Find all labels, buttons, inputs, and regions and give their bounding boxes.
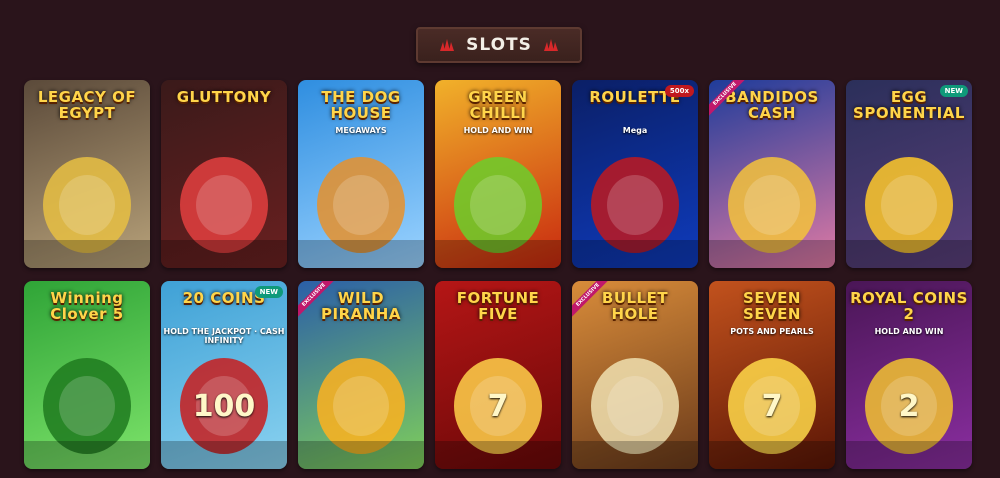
new-badge: NEW (254, 286, 283, 298)
game-title: BANDIDOS CASH (725, 88, 819, 122)
game-title: BULLET HOLE (601, 289, 669, 323)
game-title: LEGACY OF EGYPT (37, 88, 137, 122)
game-symbol-value: 100 (192, 389, 256, 424)
game-title: FORTUNE FIVE (456, 289, 540, 323)
game-symbol-value: 7 (761, 389, 783, 424)
game-tile[interactable]: BANDIDOS CASH EXCLUSIVE (709, 80, 835, 268)
game-tile[interactable]: SEVEN SEVEN POTS AND PEARLS 7 (709, 281, 835, 469)
game-tile[interactable]: GLUTTONY (161, 80, 287, 268)
game-tile[interactable]: 20 COINS HOLD THE JACKPOT · CASH INFINITY… (161, 281, 287, 469)
game-subtitle: Mega (622, 126, 648, 135)
game-symbol-value: 2 (898, 389, 920, 424)
game-tile[interactable]: BULLET HOLE EXCLUSIVE (572, 281, 698, 469)
game-title: Winning Clover 5 (50, 289, 124, 323)
game-title: ROYAL COINS 2 (850, 289, 968, 323)
game-tile[interactable]: Winning Clover 5 (24, 281, 150, 469)
game-tile[interactable]: THE DOG HOUSE MEGAWAYS (298, 80, 424, 268)
flame-icon (440, 39, 455, 51)
new-badge: NEW (939, 85, 968, 97)
game-title: SEVEN SEVEN (743, 289, 801, 323)
game-title: WILD PIRANHA (321, 289, 401, 323)
game-symbol-value: 7 (487, 389, 509, 424)
section-title: SLOTS (466, 35, 532, 55)
game-artwork (572, 157, 698, 268)
game-subtitle: MEGAWAYS (335, 126, 387, 135)
game-artwork (161, 157, 287, 268)
game-tile[interactable]: FORTUNE FIVE 7 (435, 281, 561, 469)
game-tile[interactable]: GREEN CHILLI HOLD AND WIN (435, 80, 561, 268)
game-tile[interactable]: EGG SPONENTIAL NEW (846, 80, 972, 268)
game-artwork (161, 358, 287, 469)
game-tile[interactable]: LEGACY OF EGYPT (24, 80, 150, 268)
game-tile[interactable]: WILD PIRANHA EXCLUSIVE (298, 281, 424, 469)
game-subtitle: POTS AND PEARLS (730, 327, 814, 336)
games-grid: LEGACY OF EGYPT GLUTTONY THE DOG HOUSE MEGA… (24, 80, 972, 469)
game-subtitle: HOLD AND WIN (463, 126, 533, 135)
game-subtitle: HOLD THE JACKPOT · CASH INFINITY (163, 327, 285, 345)
game-title: GREEN CHILLI (468, 88, 528, 122)
multiplier-badge: 500x (664, 85, 694, 97)
game-tile[interactable]: ROYAL COINS 2 HOLD AND WIN 2 (846, 281, 972, 469)
section-header: SLOTS (416, 27, 582, 63)
game-subtitle: HOLD AND WIN (874, 327, 944, 336)
game-tile[interactable]: ROULETTE Mega 500x (572, 80, 698, 268)
flame-icon (543, 39, 558, 51)
game-title: THE DOG HOUSE (321, 88, 401, 122)
game-title: GLUTTONY (176, 88, 272, 106)
